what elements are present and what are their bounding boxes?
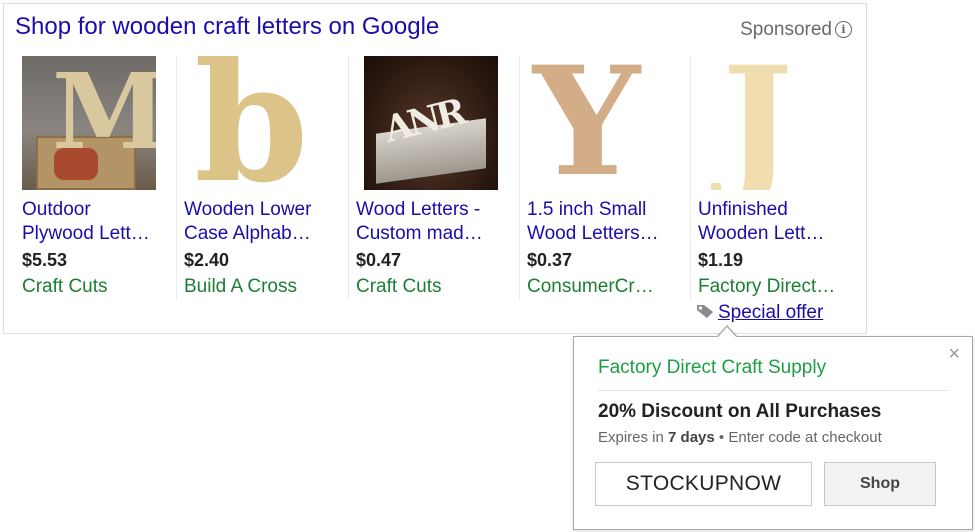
expires-instruction: Enter code at checkout xyxy=(728,429,882,446)
product-title-line: Custom mad… xyxy=(356,223,483,244)
product-seller-1: Craft Cuts xyxy=(22,276,108,297)
popup-caret xyxy=(716,325,738,338)
product-title-5[interactable]: Unfinished Wooden Lett… xyxy=(698,198,858,246)
product-image-3[interactable]: ANR xyxy=(364,56,498,190)
promo-code-field[interactable]: STOCKUPNOW xyxy=(595,462,812,506)
product-title-1[interactable]: Outdoor Plywood Lett… xyxy=(22,198,182,246)
product-image-5[interactable]: J xyxy=(698,56,832,190)
product-title-line: Unfinished xyxy=(698,199,788,220)
product-card-2[interactable]: b Wooden Lower Case Alphab… $2.40 Build … xyxy=(176,56,344,326)
product-price-2: $2.40 xyxy=(184,250,230,270)
popup-offer-title: 20% Discount on All Purchases xyxy=(598,401,882,422)
product-price-1: $5.53 xyxy=(22,250,68,270)
expires-value: 7 days xyxy=(668,429,715,446)
thumb-letter-1: M xyxy=(52,56,156,173)
product-card-4[interactable]: Y 1.5 inch Small Wood Letters… $0.37 Con… xyxy=(519,56,687,326)
product-title-line: Wooden Lower xyxy=(184,199,312,220)
product-title-4[interactable]: 1.5 inch Small Wood Letters… xyxy=(527,198,687,246)
product-title-line: 1.5 inch Small xyxy=(527,199,647,220)
product-price-3: $0.47 xyxy=(356,250,402,270)
popup-divider xyxy=(598,390,948,391)
card-divider xyxy=(348,56,349,300)
tag-icon xyxy=(697,305,713,318)
product-image-4[interactable]: Y xyxy=(527,56,661,190)
popup-expiry: Expires in 7 days • Enter code at checko… xyxy=(598,429,882,446)
product-card-1[interactable]: M Outdoor Plywood Lett… $5.53 Craft Cuts xyxy=(22,56,182,326)
card-divider xyxy=(690,56,691,300)
product-seller-2: Build A Cross xyxy=(184,276,297,297)
sponsored-text: Sponsored xyxy=(740,19,832,40)
sponsored-label[interactable]: Sponsored i xyxy=(740,19,852,41)
product-card-5[interactable]: J Unfinished Wooden Lett… $1.19 Factory … xyxy=(690,56,858,326)
product-title-line: Wood Letters… xyxy=(527,223,659,244)
close-icon[interactable]: × xyxy=(948,343,960,366)
info-icon[interactable]: i xyxy=(835,21,852,38)
thumb-letter-2: b xyxy=(194,56,309,190)
product-price-4: $0.37 xyxy=(527,250,573,270)
product-image-2[interactable]: b xyxy=(184,56,318,190)
product-title-line: Wood Letters - xyxy=(356,199,481,220)
card-divider xyxy=(176,56,177,300)
product-card-3[interactable]: ANR Wood Letters - Custom mad… $0.47 Cra… xyxy=(348,56,516,326)
card-divider xyxy=(519,56,520,300)
product-title-line: Outdoor xyxy=(22,199,91,220)
special-offer-link[interactable]: Special offer xyxy=(696,302,823,324)
special-offer-label: Special offer xyxy=(718,302,824,323)
product-title-line: Plywood Lett… xyxy=(22,223,150,244)
thumb-letter-5: J xyxy=(722,56,793,190)
product-seller-3: Craft Cuts xyxy=(356,276,442,297)
bullet-separator: • xyxy=(718,429,725,446)
thumb-letter-4: Y xyxy=(533,56,641,190)
expires-prefix: Expires in xyxy=(598,429,664,446)
special-offer-popup: × Factory Direct Craft Supply 20% Discou… xyxy=(573,325,973,530)
product-seller-5: Factory Direct… xyxy=(698,276,836,297)
popup-merchant[interactable]: Factory Direct Craft Supply xyxy=(598,357,826,379)
product-seller-4: ConsumerCr… xyxy=(527,276,654,297)
product-image-1[interactable]: M xyxy=(22,56,156,190)
shopping-title[interactable]: Shop for wooden craft letters on Google xyxy=(15,13,439,41)
shop-button[interactable]: Shop xyxy=(824,462,936,506)
product-title-3[interactable]: Wood Letters - Custom mad… xyxy=(356,198,516,246)
product-price-5: $1.19 xyxy=(698,250,744,270)
product-title-line: Case Alphab… xyxy=(184,223,311,244)
product-title-line: Wooden Lett… xyxy=(698,223,825,244)
product-title-2[interactable]: Wooden Lower Case Alphab… xyxy=(184,198,344,246)
